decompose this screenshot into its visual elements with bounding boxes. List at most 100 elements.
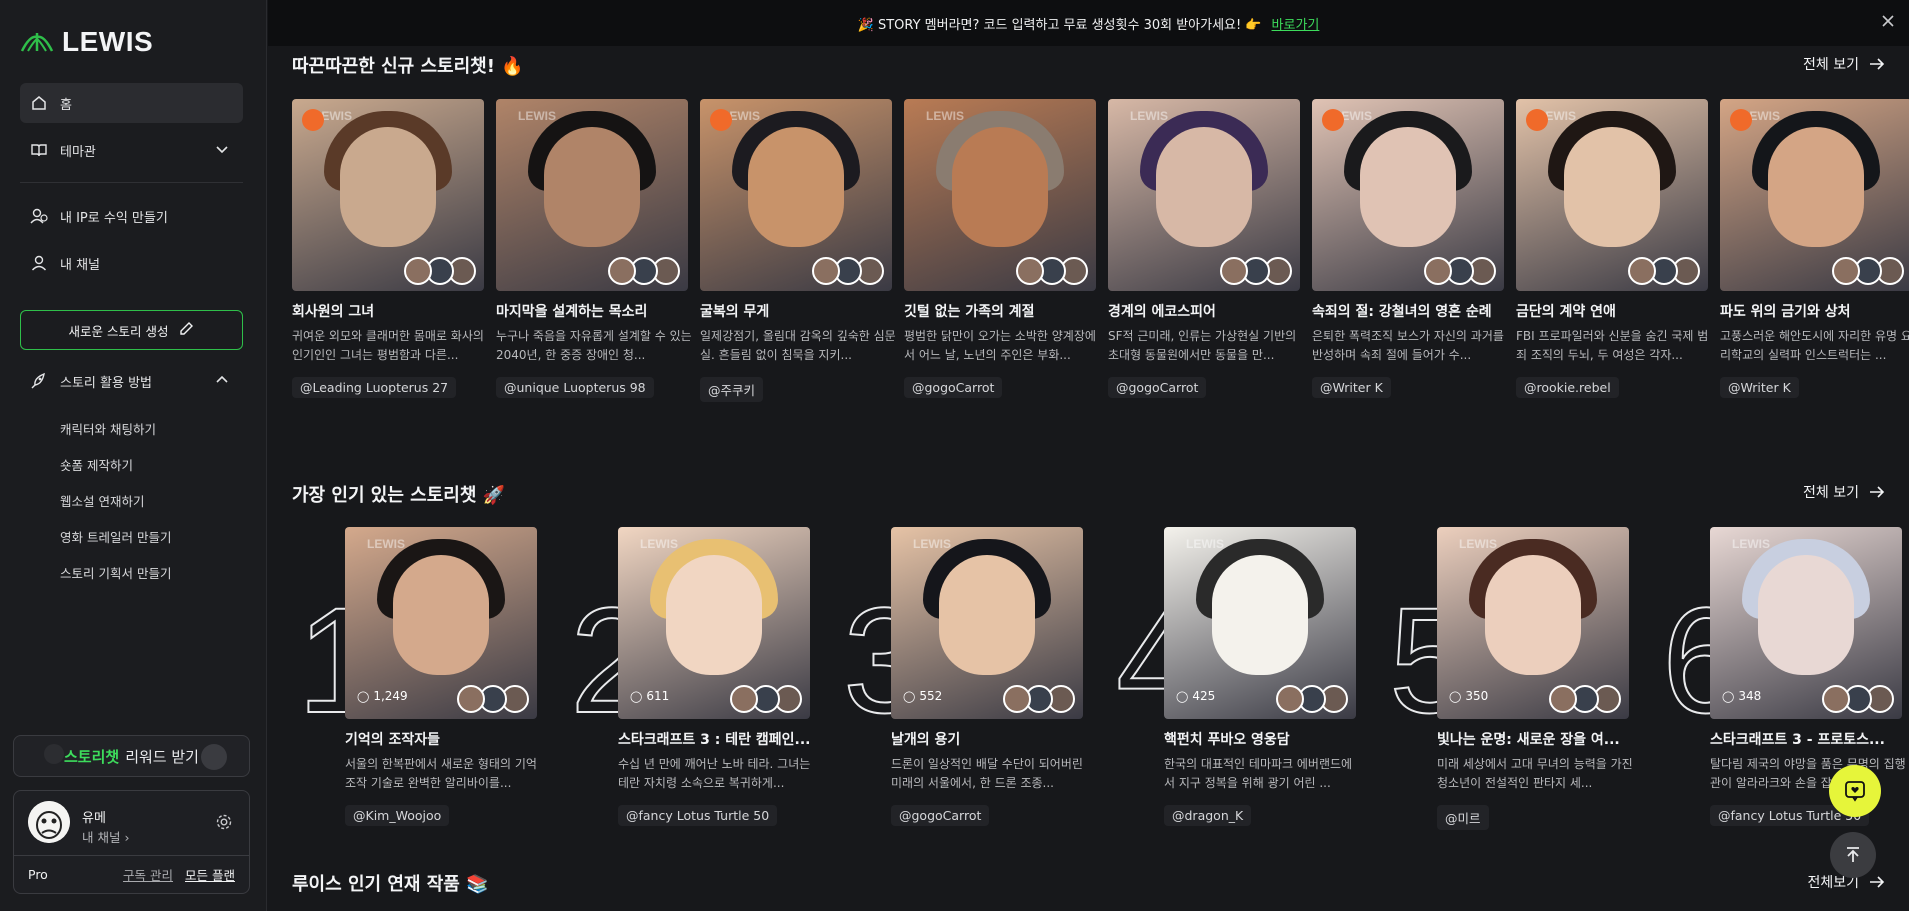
story-card[interactable]: LEWIS ◯ 611 스타크래프트 3 : 테란 캠페인... 수십 년 만에 깨어난… — [618, 527, 810, 826]
story-thumbnail[interactable]: LEWIS ◯ 350 — [1437, 527, 1629, 719]
chat-count-value: 611 — [646, 689, 670, 703]
story-title[interactable]: 날개의 용기 — [891, 729, 1089, 749]
logo[interactable]: LEWIS — [20, 26, 153, 58]
close-icon[interactable] — [1881, 14, 1895, 32]
nav-home[interactable]: 홈 — [20, 83, 243, 123]
watermark: LEWIS — [367, 537, 405, 551]
view-all-new[interactable]: 전체 보기 — [1803, 54, 1885, 74]
story-thumbnail[interactable]: LEWIS — [700, 99, 892, 291]
author-tag[interactable]: @fancy Lotus Turtle 50 — [618, 805, 778, 826]
story-card[interactable]: LEWIS 속죄의 절: 강철녀의 영혼 순례 은퇴한 폭력조직 보스가 자신의 과… — [1312, 99, 1504, 398]
author-tag[interactable]: @gogoCarrot — [891, 805, 990, 826]
howto-shortform[interactable]: 숏폼 제작하기 — [60, 455, 133, 474]
create-story-button[interactable]: 새로운 스토리 생성 — [20, 310, 243, 350]
author-tag[interactable]: @unique Luopterus 98 — [496, 377, 654, 398]
author-tag[interactable]: @주쿠키 — [700, 377, 764, 402]
chat-bubble-icon: ◯ — [630, 689, 643, 703]
story-card[interactable]: LEWIS 회사원의 그녀 귀여운 외모와 클래머한 몸매로 화사의 인기인인 그녀… — [292, 99, 484, 398]
author-tag[interactable]: @Kim_Woojoo — [345, 805, 450, 826]
story-card[interactable]: LEWIS 파도 위의 금기와 상처 고풍스러운 해안도시에 자리한 유명 요리학교… — [1720, 99, 1909, 398]
story-description: FBI 프로파일러와 신분을 숨긴 국제 범죄 조직의 두뇌, 두 여성은 각자… — [1516, 329, 1709, 362]
howto-chat[interactable]: 캐릭터와 채팅하기 — [60, 419, 156, 438]
author-tag[interactable]: @gogoCarrot — [904, 377, 1003, 398]
howto-trailer[interactable]: 영화 트레일러 만들기 — [60, 527, 171, 546]
story-thumbnail[interactable]: LEWIS — [1516, 99, 1708, 291]
story-card[interactable]: LEWIS ◯ 552 날개의 용기 드론이 일상적인 배달 수단이 되어버린 미래의 … — [891, 527, 1083, 826]
story-title[interactable]: 금단의 계약 연애 — [1516, 301, 1714, 321]
story-title[interactable]: 핵펀치 푸바오 영웅담 — [1164, 729, 1362, 749]
story-title[interactable]: 스타크래프트 3 : 테란 캠페인... — [618, 729, 816, 749]
author-tag[interactable]: @rookie.rebel — [1516, 377, 1619, 398]
manage-subscription-link[interactable]: 구독 관리 — [123, 865, 173, 884]
story-title[interactable]: 속죄의 절: 강철녀의 영혼 순례 — [1312, 301, 1510, 321]
story-card[interactable]: LEWIS 깃털 없는 가족의 계절 평범한 닭만이 오가는 소박한 양계장에서 어… — [904, 99, 1096, 398]
character-avatar — [404, 257, 432, 285]
story-thumbnail[interactable]: LEWIS ◯ 611 — [618, 527, 810, 719]
story-thumbnail[interactable]: LEWIS ◯ 1,249 — [345, 527, 537, 719]
story-title[interactable]: 회사원의 그녀 — [292, 301, 490, 321]
story-title[interactable]: 기억의 조작자들 — [345, 729, 543, 749]
watermark: LEWIS — [1459, 537, 1497, 551]
creator-badge-icon — [1526, 109, 1548, 131]
nav-theme[interactable]: 테마관 — [20, 130, 243, 170]
story-card[interactable]: LEWIS 굴복의 무게 일제강점기, 올림대 감옥의 깊숙한 심문실. 흔들림 없… — [700, 99, 896, 402]
story-title[interactable]: 굴복의 무게 — [700, 301, 898, 321]
review-reward-button[interactable]: 스토리챗 리워드 받기 — [13, 735, 250, 777]
author-tag[interactable]: @Writer K — [1312, 377, 1391, 398]
chat-count-value: 425 — [1192, 689, 1216, 703]
story-thumbnail[interactable]: LEWIS — [1312, 99, 1504, 291]
story-card[interactable]: LEWIS ◯ 1,249 기억의 조작자들 서울의 한복판에서 새로운 형태의 기억 … — [345, 527, 537, 826]
story-thumbnail[interactable]: LEWIS — [1720, 99, 1909, 291]
nav-monetize-label: 내 IP로 수익 만들기 — [60, 210, 168, 226]
nav-howto[interactable]: 스토리 활용 방법 — [20, 361, 243, 401]
chevron-down-icon[interactable] — [215, 142, 229, 160]
profile-channel-link[interactable]: 내 채널 › — [82, 827, 129, 846]
rocket-icon — [30, 372, 48, 390]
chat-help-button[interactable] — [1829, 765, 1881, 817]
chat-count-value: 348 — [1738, 689, 1762, 703]
story-thumbnail[interactable]: LEWIS — [1108, 99, 1300, 291]
banner-link[interactable]: 바로가기 — [1272, 14, 1320, 33]
story-thumbnail[interactable]: LEWIS ◯ 552 — [891, 527, 1083, 719]
author-tag[interactable]: @Writer K — [1720, 377, 1799, 398]
creator-badge-icon — [710, 109, 732, 131]
story-title[interactable]: 마지막을 설계하는 목소리 — [496, 301, 694, 321]
story-card[interactable]: LEWIS 경계의 에코스피어 SF적 근미래, 인류는 가상현실 기반의 초대형 … — [1108, 99, 1300, 398]
creator-badge-icon — [1322, 109, 1344, 131]
story-card[interactable]: LEWIS 금단의 계약 연애 FBI 프로파일러와 신분을 숨긴 국제 범죄 조직… — [1516, 99, 1708, 398]
author-tag[interactable]: @미르 — [1437, 805, 1489, 830]
story-thumbnail[interactable]: LEWIS — [496, 99, 688, 291]
character-avatar — [730, 685, 758, 713]
author-tag[interactable]: @gogoCarrot — [1108, 377, 1207, 398]
story-description: 한국의 대표적인 테마파크 에버랜드에서 지구 정복을 위해 광기 어린 ... — [1164, 757, 1353, 790]
howto-plan[interactable]: 스토리 기획서 만들기 — [60, 563, 171, 582]
story-title[interactable]: 경계의 에코스피어 — [1108, 301, 1306, 321]
nav-monetize[interactable]: 내 IP로 수익 만들기 — [20, 196, 243, 236]
story-card[interactable]: LEWIS 마지막을 설계하는 목소리 누구나 죽음을 자유롭게 설계할 수 있는 … — [496, 99, 692, 398]
all-plans-link[interactable]: 모든 플랜 — [185, 865, 235, 884]
story-description: 드론이 일상적인 배달 수단이 되어버린 미래의 서울에서, 한 드론 조종..… — [891, 757, 1083, 790]
story-title[interactable]: 파도 위의 금기와 상처 — [1720, 301, 1909, 321]
story-title[interactable]: 빛나는 운명: 새로운 장을 여... — [1437, 729, 1635, 749]
author-tag[interactable]: @Leading Luopterus 27 — [292, 377, 457, 398]
promo-banner: 🎉 STORY 멤버라면? 코드 입력하고 무료 생성횟수 30회 받아가세요!… — [268, 0, 1909, 46]
story-thumbnail[interactable]: LEWIS — [904, 99, 1096, 291]
story-card[interactable]: LEWIS ◯ 350 빛나는 운명: 새로운 장을 여... 미래 세상에서 고대 무… — [1437, 527, 1633, 830]
view-all-popular[interactable]: 전체 보기 — [1803, 482, 1885, 502]
story-title[interactable]: 깃털 없는 가족의 계절 — [904, 301, 1102, 321]
story-thumbnail[interactable]: LEWIS ◯ 425 — [1164, 527, 1356, 719]
scroll-top-button[interactable] — [1830, 832, 1876, 878]
avatar[interactable] — [28, 801, 70, 843]
story-thumbnail[interactable]: LEWIS ◯ 348 — [1710, 527, 1902, 719]
watermark: LEWIS — [926, 109, 964, 123]
character-avatar — [1832, 257, 1860, 285]
nav-channel[interactable]: 내 채널 — [20, 243, 243, 283]
chevron-up-icon[interactable] — [215, 373, 229, 391]
story-card[interactable]: LEWIS ◯ 425 핵펀치 푸바오 영웅담 한국의 대표적인 테마파크 에버랜드에서… — [1164, 527, 1356, 826]
story-title[interactable]: 스타크래프트 3 - 프로토스... — [1710, 729, 1908, 749]
howto-webnovel[interactable]: 웹소설 연재하기 — [60, 491, 144, 510]
author-tag[interactable]: @dragon_K — [1164, 805, 1252, 826]
face-shape — [340, 127, 436, 247]
gear-icon[interactable] — [215, 813, 233, 835]
story-thumbnail[interactable]: LEWIS — [292, 99, 484, 291]
